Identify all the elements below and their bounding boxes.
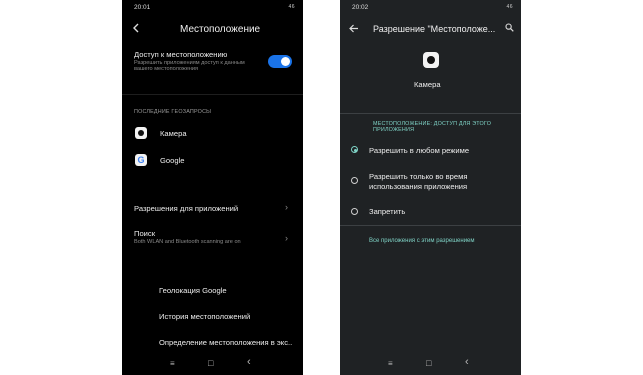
search-desc: Both WLAN and Bluetooth scanning are on	[134, 239, 241, 245]
google-app-icon: G	[135, 154, 147, 166]
divider	[122, 94, 303, 95]
app-permissions-item[interactable]: Разрешения для приложений	[134, 204, 238, 213]
radio-allow-always[interactable]	[351, 146, 358, 153]
location-history-link[interactable]: История местоположений	[159, 312, 250, 321]
menu-nav-icon[interactable]: ≡	[388, 359, 393, 368]
phone-location-settings: 20:01 46 Местоположение Доступ к местопо…	[122, 0, 303, 375]
status-time: 20:01	[134, 4, 151, 11]
recent-app-camera[interactable]: Камера	[160, 129, 187, 138]
option-allow-while-using-line-1: Разрешить только во время	[369, 172, 468, 181]
chevron-right-icon: ›	[285, 202, 288, 212]
option-allow-while-using[interactable]: Разрешить только во время использования …	[369, 172, 467, 191]
google-location-link[interactable]: Геолокация Google	[159, 286, 227, 295]
phone-camera-location-permission: 20:02 46 Разрешение "Местоположе... Каме…	[340, 0, 521, 375]
page-title: Местоположение	[180, 24, 261, 35]
status-time: 20:02	[352, 4, 369, 11]
home-nav-icon[interactable]: □	[208, 358, 213, 368]
back-nav-icon[interactable]: ‹	[465, 356, 469, 368]
all-apps-with-permission-link[interactable]: Все приложения с этим разрешением	[369, 238, 475, 244]
home-nav-icon[interactable]: □	[426, 358, 431, 368]
section-header-line-2: ПРИЛОЖЕНИЯ	[373, 127, 415, 133]
camera-app-icon	[135, 127, 147, 139]
option-deny[interactable]: Запретить	[369, 207, 405, 216]
location-access-desc-2: вашего местоположения	[134, 66, 199, 73]
status-network: 46	[288, 4, 295, 10]
option-allow-while-using-line-2: использования приложения	[369, 182, 468, 191]
option-allow-always[interactable]: Разрешить в любом режиме	[369, 146, 469, 155]
toggle-knob	[281, 57, 290, 66]
emergency-location-link[interactable]: Определение местоположения в экс..	[159, 338, 292, 347]
back-arrow-icon[interactable]	[132, 23, 140, 33]
app-name: Камера	[414, 80, 441, 89]
menu-nav-icon[interactable]: ≡	[170, 359, 175, 368]
search-settings-item[interactable]: Поиск Both WLAN and Bluetooth scanning a…	[134, 229, 241, 245]
location-access-label: Доступ к местоположению	[134, 50, 228, 59]
status-network: 46	[506, 4, 513, 10]
search-label: Поиск	[134, 229, 156, 238]
recent-requests-header: ПОСЛЕДНИЕ ГЕОЗАПРОСЫ	[134, 109, 212, 115]
search-icon[interactable]	[505, 23, 514, 32]
page-title: Разрешение "Местоположе...	[373, 24, 496, 34]
divider	[340, 113, 521, 114]
chevron-right-icon: ›	[285, 233, 288, 243]
divider	[340, 225, 521, 226]
location-access-row[interactable]: Доступ к местоположению Разрешить прилож…	[134, 50, 245, 73]
permission-section-header: МЕСТОПОЛОЖЕНИЕ: ДОСТУП ДЛЯ ЭТОГО ПРИЛОЖЕ…	[373, 121, 491, 133]
back-arrow-icon[interactable]	[349, 24, 359, 33]
recent-app-google[interactable]: Google	[160, 156, 185, 165]
radio-allow-while-using[interactable]	[351, 177, 358, 184]
location-access-toggle[interactable]	[268, 55, 292, 68]
back-nav-icon[interactable]: ‹	[247, 356, 251, 368]
camera-app-icon	[423, 52, 439, 68]
radio-deny[interactable]	[351, 208, 358, 215]
